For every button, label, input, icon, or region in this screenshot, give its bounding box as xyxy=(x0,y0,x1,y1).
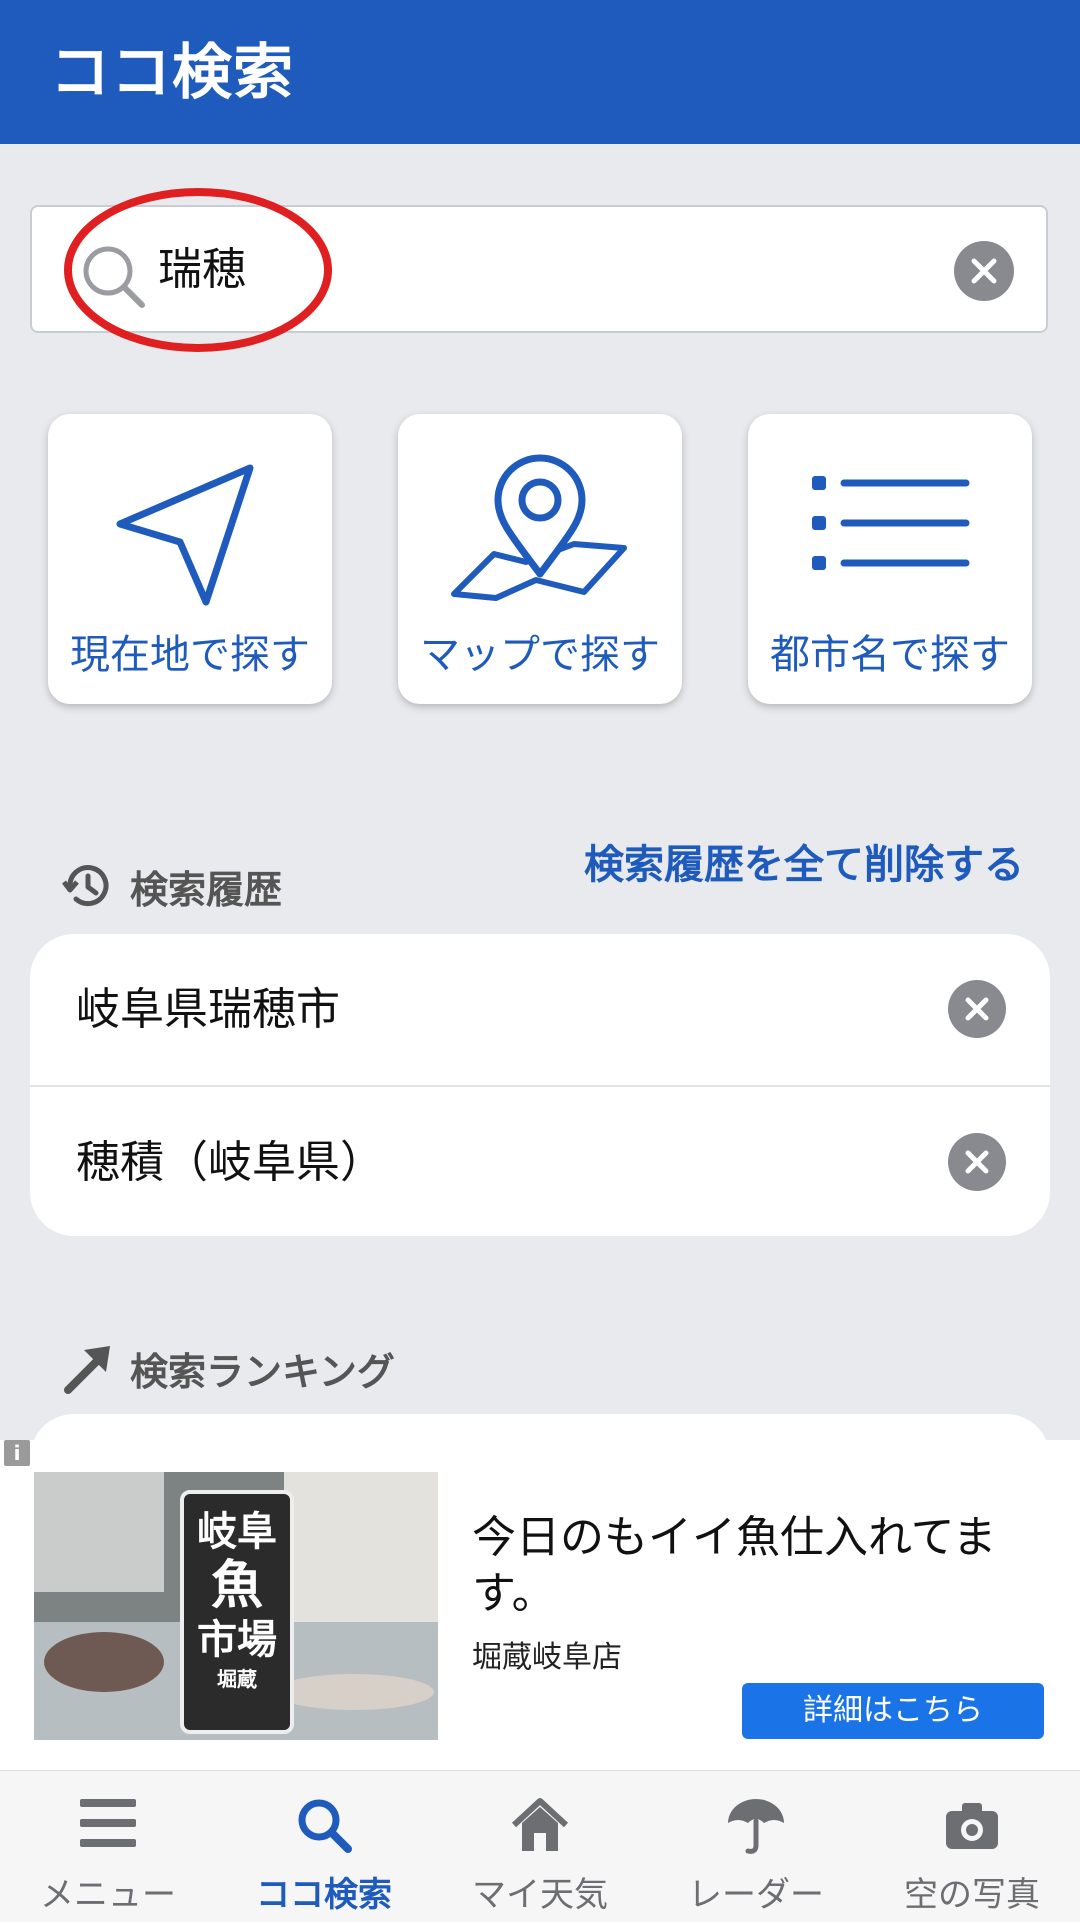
menu-icon xyxy=(80,1799,136,1847)
tab-label: メニュー xyxy=(40,1875,176,1915)
ad-advertiser[interactable]: 堀蔵岐阜店 xyxy=(472,1632,622,1676)
tab-label: ココ検索 xyxy=(256,1875,392,1915)
location-arrow-icon xyxy=(116,464,254,606)
tab-menu[interactable]: メニュー xyxy=(0,1771,216,1922)
search-input-value[interactable]: 瑞穂 xyxy=(158,235,246,305)
ad-sign-line: 市場 xyxy=(197,1616,277,1663)
trending-arrow-icon xyxy=(64,1346,110,1394)
page-title: ココ検索 xyxy=(50,38,294,108)
camera-icon xyxy=(946,1803,998,1849)
list-icon xyxy=(812,476,970,570)
search-icon xyxy=(83,246,145,308)
close-icon xyxy=(965,997,989,1021)
quick-action-label: マップで探す xyxy=(420,632,660,678)
search-current-location-button[interactable]: 現在地で探す xyxy=(48,414,332,704)
home-icon xyxy=(511,1798,569,1851)
search-city-name-button[interactable]: 都市名で探す xyxy=(748,414,1032,704)
tab-label: 空の写真 xyxy=(904,1875,1040,1915)
delete-history-button[interactable] xyxy=(948,1133,1006,1191)
history-item-label[interactable]: 岐阜県瑞穂市 xyxy=(76,934,340,1085)
clear-search-button[interactable] xyxy=(954,241,1014,301)
ranking-title: 検索ランキング xyxy=(130,1349,395,1394)
ad-sign-line: 岐阜 xyxy=(197,1508,277,1555)
search-input[interactable]: 瑞穂 xyxy=(30,205,1048,333)
ad-sign-line: 堀蔵 xyxy=(217,1667,257,1691)
history-item[interactable]: 穂積（岐阜県） xyxy=(30,1085,1050,1236)
history-icon xyxy=(62,865,109,907)
quick-action-label: 現在地で探す xyxy=(70,632,310,678)
history-list: 岐阜県瑞穂市 穂積（岐阜県） xyxy=(30,934,1050,1236)
tab-radar[interactable]: レーダー xyxy=(648,1771,864,1922)
tab-label: レーダー xyxy=(688,1875,824,1915)
ad-sign-line: 魚 xyxy=(210,1555,263,1616)
map-pin-icon xyxy=(451,454,627,601)
quick-action-label: 都市名で探す xyxy=(770,632,1010,678)
ad-info-icon[interactable]: i xyxy=(4,1440,30,1466)
umbrella-icon xyxy=(728,1799,784,1854)
history-item[interactable]: 岐阜県瑞穂市 xyxy=(30,934,1050,1085)
search-map-button[interactable]: マップで探す xyxy=(398,414,682,704)
history-heading: 検索履歴 xyxy=(60,858,282,914)
app-header: ココ検索 xyxy=(0,0,1080,144)
history-title: 検索履歴 xyxy=(130,867,283,912)
delete-history-button[interactable] xyxy=(948,980,1006,1038)
history-item-label[interactable]: 穂積（岐阜県） xyxy=(76,1087,384,1236)
ad-sign-text: 岐阜 魚 市場 堀蔵 xyxy=(182,1508,292,1694)
tab-my-weather[interactable]: マイ天気 xyxy=(432,1771,648,1922)
tab-search[interactable]: ココ検索 xyxy=(216,1771,432,1922)
close-icon xyxy=(965,1150,989,1174)
ad-banner[interactable]: i 岐阜 魚 市場 堀蔵 今日のもイイ魚仕入れてます。 堀蔵岐阜店 詳細はこちら xyxy=(0,1440,1080,1770)
ad-image[interactable]: 岐阜 魚 市場 堀蔵 xyxy=(34,1472,438,1740)
ad-cta-button[interactable]: 詳細はこちら xyxy=(742,1683,1044,1739)
ad-headline[interactable]: 今日のもイイ魚仕入れてます。 xyxy=(472,1510,1032,1622)
clear-icon xyxy=(971,258,997,284)
clear-all-history-link[interactable]: 検索履歴を全て削除する xyxy=(584,832,1024,890)
search-icon xyxy=(298,1799,352,1853)
tab-sky-photos[interactable]: 空の写真 xyxy=(864,1771,1080,1922)
ranking-heading: 検索ランキング xyxy=(60,1340,395,1396)
bottom-tab-bar: メニュー ココ検索 マイ天気 レーダー 空の写真 xyxy=(0,1770,1080,1922)
tab-label: マイ天気 xyxy=(472,1875,608,1915)
